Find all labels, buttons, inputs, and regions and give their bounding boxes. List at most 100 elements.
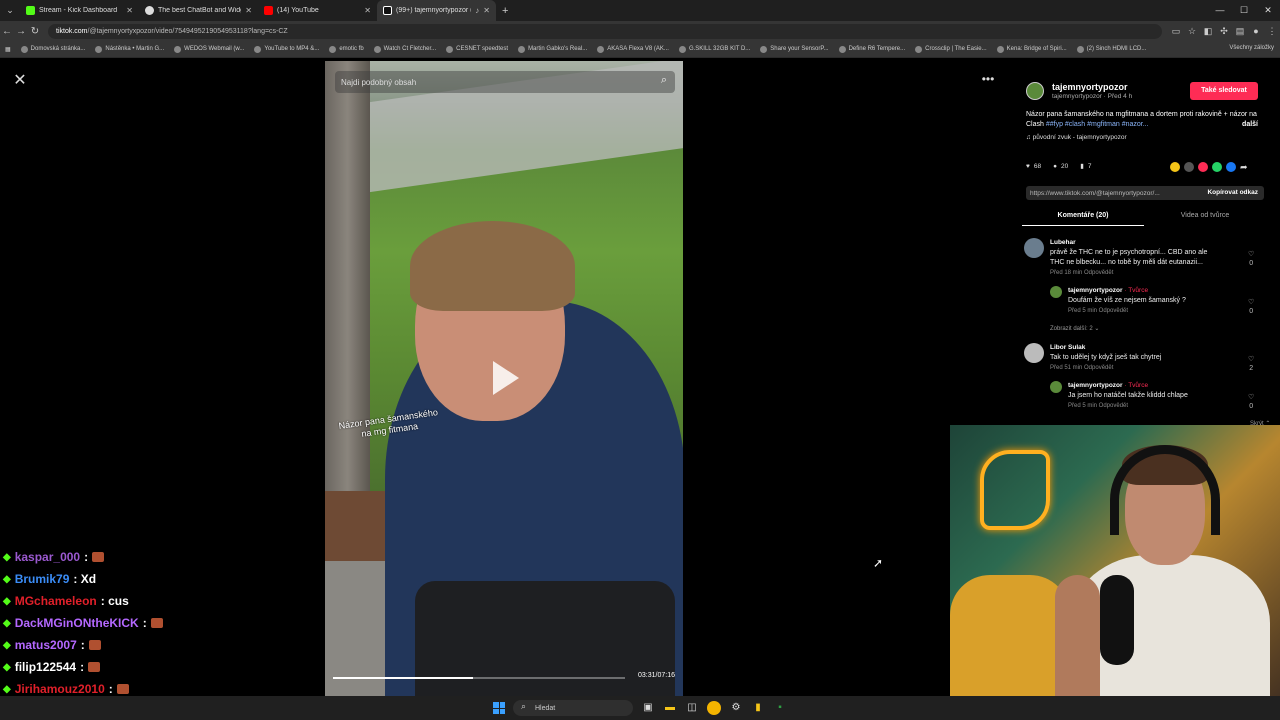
speaker-icon[interactable]: ♪ [475,6,479,15]
more-options-icon[interactable]: ••• [978,72,998,88]
bookmark-item[interactable]: Share your SensorP... [755,45,833,53]
forward-icon[interactable]: → [14,26,28,37]
avatar[interactable] [1024,238,1044,258]
sidebar-icon[interactable]: ▤ [1232,26,1248,37]
browser-tab-tiktok[interactable]: (99+) tajemnyortypozor (@ ♪ ✕ [377,0,496,21]
chat-username[interactable]: filip122544 [15,660,76,674]
comment-author[interactable]: tajemnyortypozor [1068,287,1123,294]
send-icon[interactable] [1198,162,1208,172]
apps-grid-icon[interactable]: ▦ [0,46,16,53]
comment-like[interactable]: ♡ 2 [1248,355,1254,373]
chrome-icon[interactable] [707,701,721,715]
settings-icon[interactable]: ⚙ [729,701,743,715]
maximize-icon[interactable]: ☐ [1232,0,1256,21]
windows-start-icon[interactable] [493,702,505,714]
close-tab-icon[interactable]: ✕ [483,6,490,15]
browser-tab-kick[interactable]: Stream - Kick Dashboard ✕ [20,0,139,21]
comment-like[interactable]: ♡ 0 [1248,250,1254,268]
show-more-replies[interactable]: Zobrazit další: 2 ⌄ [1050,325,1099,332]
original-sound-link[interactable]: ♫ původní zvuk - tajemnyortypozor [1026,134,1127,141]
extensions-puzzle-icon[interactable]: ✣ [1216,26,1232,37]
search-icon[interactable]: ⌕ [661,74,667,87]
close-video-icon[interactable]: ✕ [10,71,30,91]
comment-like[interactable]: ♡ 0 [1248,298,1254,316]
comment-author[interactable]: Libor Sulak [1050,343,1256,353]
url-field[interactable]: tiktok.com /@tajemnyortyxpozor/video/754… [48,23,1162,39]
chat-username[interactable]: DackMGinONtheKICK [15,616,139,630]
chat-username[interactable]: matus2007 [15,638,77,652]
avatar[interactable] [1050,381,1062,393]
bookmark-item[interactable]: CESNET speedtest [441,45,513,53]
video-progress-bar[interactable] [333,677,625,679]
bookmark-item[interactable]: Kena: Bridge of Spiri... [992,45,1072,53]
chat-username[interactable]: MGchameleon [15,594,97,608]
avatar[interactable] [1050,286,1062,298]
bookmark-item[interactable]: Martin Gabko's Real... [513,45,592,53]
back-icon[interactable]: ← [0,26,14,37]
follow-button[interactable]: Také sledovat [1190,82,1258,100]
whatsapp-icon[interactable] [1212,162,1222,172]
taskbar-search[interactable]: Hledat [513,700,633,716]
browser-menu-icon[interactable]: ⋮ [1264,26,1280,37]
play-icon[interactable] [493,361,519,395]
facebook-icon[interactable] [1226,162,1236,172]
share-arrow-icon[interactable]: ➦ [1240,162,1250,172]
bookmark-item[interactable]: (2) Sinch HDMI LCD... [1072,45,1152,53]
repost-icon[interactable] [1170,162,1180,172]
tab-title: The best ChatBot and Widgets [158,7,241,14]
comment-author[interactable]: Lubehar [1050,238,1256,248]
comment-button[interactable]: ● 20 [1053,163,1068,170]
close-tab-icon[interactable]: ✕ [364,6,371,15]
like-button[interactable]: ♥ 68 [1026,163,1041,170]
cast-icon[interactable]: ▭ [1168,26,1184,37]
bookmark-item[interactable]: AKASA Flexa V8 (AK... [592,45,674,53]
video-player[interactable]: Najdi podobný obsah ⌕ Názor pana šamansk… [325,61,683,696]
task-view-icon[interactable]: ▣ [641,701,655,715]
tab-comments[interactable]: Komentáře (20) [1022,210,1144,226]
comment-like[interactable]: ♡ 0 [1248,393,1254,411]
all-bookmarks-folder[interactable]: Všechny záložky [1229,45,1274,51]
embed-icon[interactable] [1184,162,1194,172]
close-window-icon[interactable]: ✕ [1256,0,1280,21]
browser-tab-youtube[interactable]: (14) YouTube ✕ [258,0,377,21]
chat-username[interactable]: Brumik79 [15,572,70,586]
copy-link-button[interactable]: Kopírovat odkaz [1203,186,1262,200]
minimize-icon[interactable]: — [1208,0,1232,21]
bookmark-item[interactable]: emotic fb [324,45,368,53]
bookmark-item[interactable]: Nástěnka • Martin G... [90,45,169,53]
extension-icon[interactable]: ◧ [1200,26,1216,37]
bookmark-item[interactable]: YouTube to MP4 &... [249,45,324,53]
save-button[interactable]: ▮ 7 [1080,162,1091,171]
close-tab-icon[interactable]: ✕ [126,6,133,15]
app-icon[interactable]: ▪ [773,701,787,715]
close-tab-icon[interactable]: ✕ [245,6,252,15]
store-icon[interactable]: ◫ [685,701,699,715]
bookmark-item[interactable]: Domovská stránka... [16,45,91,53]
creator-badge: · Tvůrce [1122,382,1149,389]
profile-icon[interactable]: ● [1248,26,1264,36]
author-username[interactable]: tajemnyortypozor [1052,82,1128,92]
share-link-field[interactable]: https://www.tiktok.com/@tajemnyortypozor… [1026,186,1264,200]
badge-icon: ◆ [3,595,11,607]
browser-tab-chatbot[interactable]: The best ChatBot and Widgets ✕ [139,0,258,21]
comment-author[interactable]: tajemnyortypozor [1068,382,1123,389]
avatar[interactable] [1024,343,1044,363]
tab-search-icon[interactable]: ⌄ [0,5,20,16]
avatar[interactable] [1026,82,1044,100]
more-link[interactable]: další [1242,120,1258,130]
new-tab-button[interactable]: + [496,5,514,17]
file-explorer-icon[interactable]: ▬ [663,701,677,715]
bookmark-item[interactable]: Define R6 Tempere... [834,45,911,53]
chat-username[interactable]: Jirihamouz2010 [15,682,105,696]
video-search-input[interactable]: Najdi podobný obsah ⌕ [335,71,675,93]
tab-creator-videos[interactable]: Videa od tvůrce [1144,210,1266,226]
reload-icon[interactable]: ↻ [28,26,42,37]
bookmark-item[interactable]: G.SKILL 32GB KIT D... [674,45,755,53]
bookmark-item[interactable]: Crossclip | The Easie... [910,45,991,53]
hashtags-link[interactable]: ##fyp #clash #mgfitman #nazor... [1046,121,1149,128]
bookmark-item[interactable]: WEDOS Webmail (w... [169,45,249,53]
notes-icon[interactable]: ▮ [751,701,765,715]
bookmark-star-icon[interactable]: ☆ [1184,26,1200,37]
chat-username[interactable]: kaspar_000 [15,550,80,564]
bookmark-item[interactable]: Watch Ct Fletcher... [369,45,441,53]
